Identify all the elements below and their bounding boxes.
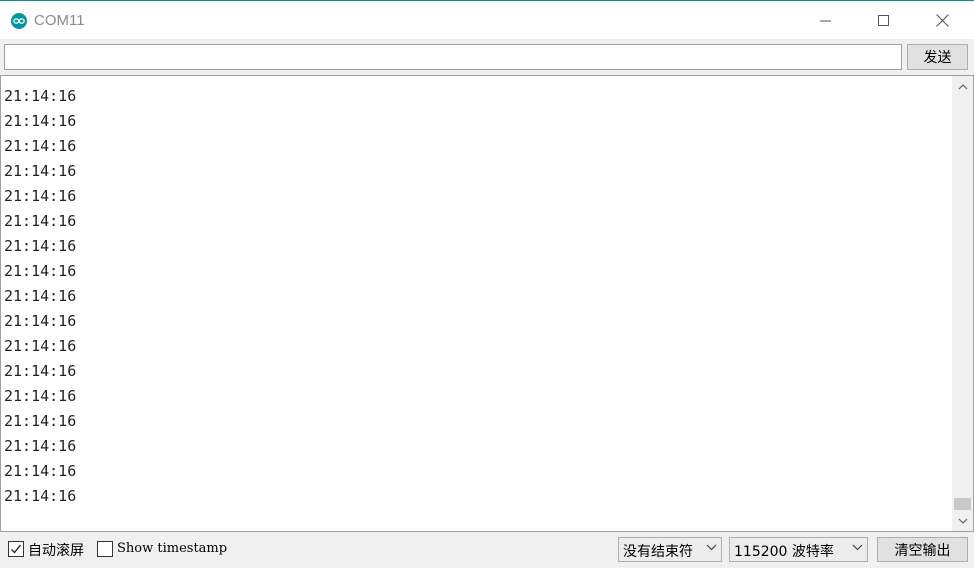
output-line: 21:14:16 bbox=[4, 87, 77, 105]
output-line: 21:14:16 bbox=[4, 162, 77, 180]
minimize-button[interactable] bbox=[797, 2, 855, 39]
output-line: 21:14:16 bbox=[4, 312, 77, 330]
autoscroll-label: 自动滚屏 bbox=[28, 543, 84, 559]
chevron-down-icon bbox=[958, 518, 967, 524]
show-timestamp-checkbox[interactable] bbox=[97, 541, 113, 557]
checkmark-icon bbox=[11, 544, 22, 554]
line-ending-value: 没有结束符 bbox=[623, 544, 693, 560]
send-row: 发送 bbox=[0, 39, 974, 75]
output-line: 21:14:16 bbox=[4, 462, 77, 480]
output-line: 21:14:16 bbox=[4, 362, 77, 380]
output-line: 21:14:16 bbox=[4, 287, 77, 305]
output-line: 21:14:16 bbox=[4, 212, 77, 230]
output-line: 21:14:16 bbox=[4, 137, 77, 155]
serial-monitor-window: COM11 发送 21:14:16 21:14:16 21:14:16 21:14:1… bbox=[0, 0, 974, 568]
window-title: COM11 bbox=[34, 12, 85, 29]
output-line: 21:14:16 bbox=[4, 237, 77, 255]
maximize-button[interactable] bbox=[855, 2, 913, 39]
send-input[interactable] bbox=[4, 44, 902, 70]
serial-output[interactable]: 21:14:16 21:14:16 21:14:16 21:14:16 21:14:16… bbox=[0, 75, 974, 532]
output-line: 21:14:16 bbox=[4, 112, 77, 130]
close-button[interactable] bbox=[913, 2, 971, 39]
output-line: 21:14:16 bbox=[4, 412, 77, 430]
chevron-down-icon bbox=[852, 544, 863, 551]
chevron-up-icon bbox=[958, 83, 967, 89]
autoscroll-checkbox[interactable] bbox=[8, 541, 24, 557]
baud-rate-value: 115200 波特率 bbox=[734, 544, 834, 560]
line-ending-select[interactable]: 没有结束符 bbox=[618, 537, 722, 562]
output-line: 21:14:16 bbox=[4, 387, 77, 405]
show-timestamp-label: Show timestamp bbox=[117, 541, 228, 556]
scroll-thumb[interactable] bbox=[954, 498, 971, 510]
output-line: 21:14:16 bbox=[4, 262, 77, 280]
output-line: 21:14:16 bbox=[4, 437, 77, 455]
title-bar: COM11 bbox=[0, 2, 974, 39]
baud-rate-select[interactable]: 115200 波特率 bbox=[729, 537, 868, 562]
scroll-up-button[interactable] bbox=[952, 78, 973, 95]
minimize-icon bbox=[820, 20, 831, 21]
chevron-down-icon bbox=[706, 544, 717, 551]
maximize-icon bbox=[878, 14, 889, 26]
bottom-bar: 自动滚屏 Show timestamp 没有结束符 115200 波特率 清空输… bbox=[0, 532, 974, 568]
output-line: 21:14:16 bbox=[4, 337, 77, 355]
output-lines: 21:14:16 21:14:16 21:14:16 21:14:16 21:14:16… bbox=[4, 84, 944, 509]
send-button[interactable]: 发送 bbox=[907, 44, 968, 70]
output-line: 21:14:16 bbox=[4, 487, 77, 505]
vertical-scrollbar[interactable] bbox=[952, 76, 973, 531]
clear-output-button[interactable]: 清空输出 bbox=[877, 537, 968, 562]
output-line: 21:14:16 bbox=[4, 187, 77, 205]
arduino-icon bbox=[11, 13, 27, 29]
close-icon bbox=[935, 14, 949, 27]
scroll-down-button[interactable] bbox=[952, 512, 973, 529]
